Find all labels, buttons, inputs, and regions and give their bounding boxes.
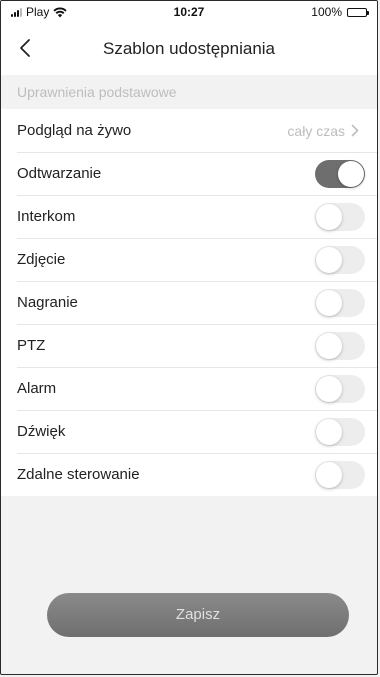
app-screen: Play 10:27 100% Szablon udostępniania Up… bbox=[0, 0, 378, 675]
permission-row-remote-control: Zdalne sterowanie bbox=[1, 453, 377, 496]
toggle-photo[interactable] bbox=[315, 246, 365, 274]
permissions-list: Podgląd na żywo cały czas Odtwarzanie In… bbox=[1, 109, 377, 496]
permission-label: Odtwarzanie bbox=[17, 165, 102, 182]
permission-label: Interkom bbox=[17, 208, 76, 225]
section-header: Uprawnienia podstawowe bbox=[1, 75, 377, 109]
permission-label: PTZ bbox=[17, 337, 46, 354]
save-button[interactable]: Zapisz bbox=[47, 593, 349, 637]
toggle-remote-control[interactable] bbox=[315, 461, 365, 489]
permission-label: Dźwięk bbox=[17, 423, 66, 440]
live-view-label: Podgląd na żywo bbox=[17, 122, 132, 139]
nav-bar: Szablon udostępniania bbox=[1, 23, 377, 75]
permission-row-recording: Nagranie bbox=[1, 281, 377, 324]
battery-percent: 100% bbox=[311, 5, 342, 19]
toggle-intercom[interactable] bbox=[315, 203, 365, 231]
toggle-sound[interactable] bbox=[315, 418, 365, 446]
permission-row-alarm: Alarm bbox=[1, 367, 377, 410]
permission-row-photo: Zdjęcie bbox=[1, 238, 377, 281]
permission-label: Alarm bbox=[17, 380, 57, 397]
status-right: 100% bbox=[311, 5, 369, 19]
toggle-recording[interactable] bbox=[315, 289, 365, 317]
permission-label: Zdalne sterowanie bbox=[17, 466, 140, 483]
permission-row-playback: Odtwarzanie bbox=[1, 152, 377, 195]
chevron-right-icon bbox=[351, 124, 359, 137]
permission-row-intercom: Interkom bbox=[1, 195, 377, 238]
page-title: Szablon udostępniania bbox=[102, 39, 276, 58]
toggle-ptz[interactable] bbox=[315, 332, 365, 360]
toggle-alarm[interactable] bbox=[315, 375, 365, 403]
permission-label: Zdjęcie bbox=[17, 251, 66, 268]
battery-icon bbox=[347, 7, 369, 17]
live-view-value-text: cały czas bbox=[287, 122, 345, 139]
status-bar: Play 10:27 100% bbox=[1, 1, 377, 23]
permission-row-sound: Dźwięk bbox=[1, 410, 377, 453]
live-view-row[interactable]: Podgląd na żywo cały czas bbox=[1, 109, 377, 152]
permission-label: Nagranie bbox=[17, 294, 78, 311]
toggle-playback[interactable] bbox=[315, 160, 365, 188]
live-view-value: cały czas bbox=[287, 123, 359, 139]
permission-row-ptz: PTZ bbox=[1, 324, 377, 367]
